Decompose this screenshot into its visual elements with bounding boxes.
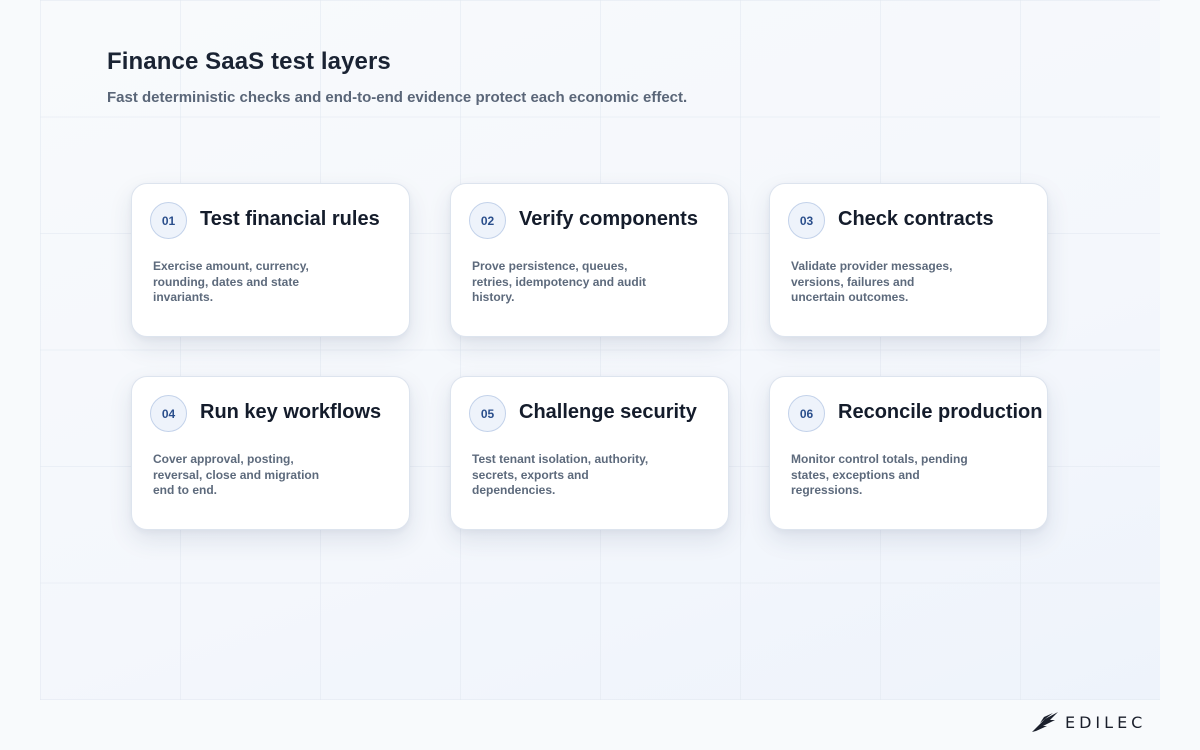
step-number-badge: 03 [788,202,825,239]
layer-card-05: 05 Challenge security Test tenant isolat… [450,376,729,530]
card-description: Cover approval, posting, reversal, close… [153,452,320,497]
card-title: Check contracts [838,208,994,230]
layer-card-02: 02 Verify components Prove persistence, … [450,183,729,337]
layer-card-04: 04 Run key workflows Cover approval, pos… [131,376,410,530]
card-title: Reconcile production [838,401,1043,423]
step-number-badge: 01 [150,202,187,239]
card-title: Verify components [519,208,698,230]
bird-wing-icon [1032,712,1058,732]
step-number-badge: 06 [788,395,825,432]
layer-card-01: 01 Test financial rules Exercise amount,… [131,183,410,337]
card-title: Challenge security [519,401,697,423]
card-description: Prove persistence, queues, retries, idem… [472,259,647,304]
slide-canvas: Finance SaaS test layers Fast determinis… [0,0,1200,750]
layer-card-03: 03 Check contracts Validate provider mes… [769,183,1048,337]
step-number-badge: 05 [469,395,506,432]
card-title: Run key workflows [200,401,382,423]
card-title: Test financial rules [200,208,380,230]
brand-name: EDILEC [1065,712,1147,732]
card-description: Test tenant isolation, authority, secret… [472,452,649,497]
step-number-badge: 04 [150,395,187,432]
card-description: Monitor control totals, pending states, … [791,452,968,497]
brand-logo: EDILEC [1031,711,1146,733]
step-number-badge: 02 [469,202,506,239]
page-subtitle: Fast deterministic checks and end-to-end… [107,89,688,106]
card-description: Exercise amount, currency, rounding, dat… [153,259,309,304]
layer-card-06: 06 Reconcile production Monitor control … [769,376,1048,530]
card-description: Validate provider messages, versions, fa… [791,259,953,304]
page-title: Finance SaaS test layers [107,48,391,75]
